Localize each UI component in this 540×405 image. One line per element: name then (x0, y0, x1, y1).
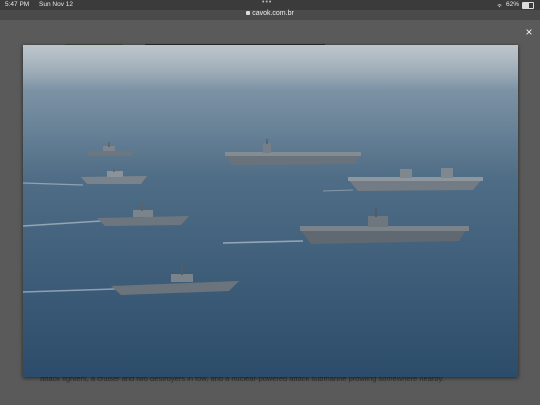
status-time: 5:47 PM (5, 1, 30, 8)
url-text: cavok.com.br (252, 10, 294, 17)
address-bar[interactable]: cavok.com.br (0, 8, 540, 20)
lock-icon (246, 11, 251, 15)
status-date: Sun Nov 12 (39, 1, 73, 8)
fleet-photo (23, 45, 518, 377)
lightbox-photo (23, 45, 518, 377)
wifi-icon (497, 3, 502, 7)
close-button[interactable]: × (522, 25, 536, 39)
multitask-dots[interactable]: ••• (262, 0, 272, 8)
